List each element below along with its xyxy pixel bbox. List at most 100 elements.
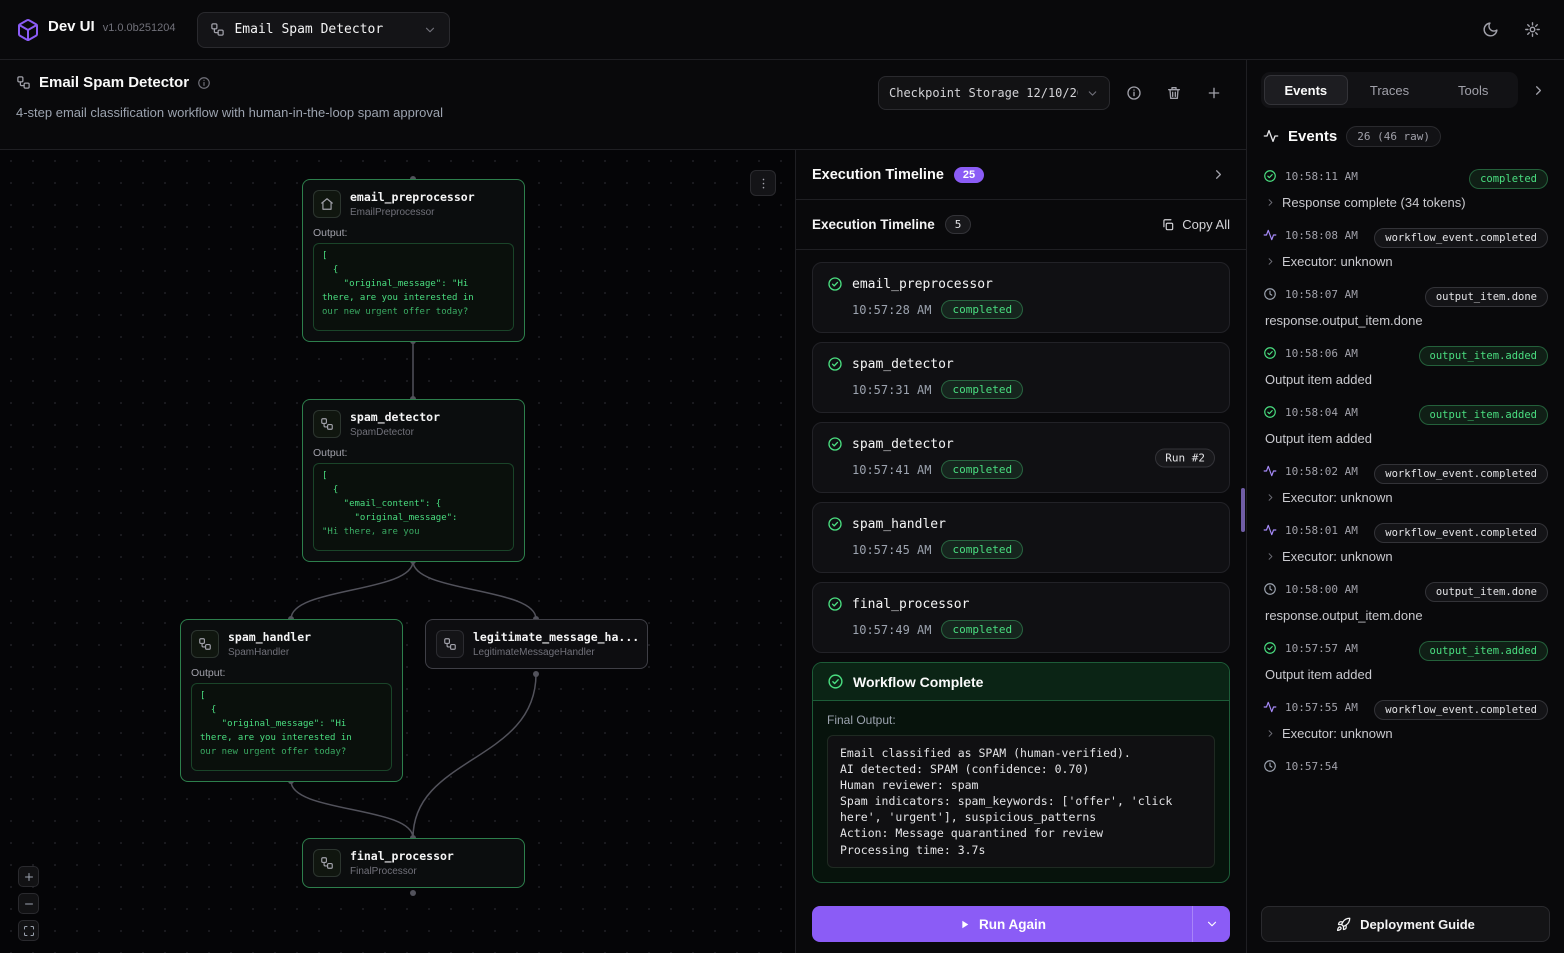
timeline-item[interactable]: spam_detector 10:57:41 AM completed Run … [812, 422, 1230, 493]
event-detail-row[interactable]: Executor: unknown [1263, 254, 1548, 269]
fit-view-button[interactable] [18, 920, 39, 941]
timeline-item[interactable]: spam_handler 10:57:45 AM completed [812, 502, 1230, 573]
event-item[interactable]: 10:57:55 AM workflow_event.completed Exe… [1263, 691, 1548, 750]
event-detail-row: response.output_item.done [1263, 608, 1548, 623]
event-item[interactable]: 10:58:02 AM workflow_event.completed Exe… [1263, 455, 1548, 514]
top-bar-actions [1474, 14, 1548, 46]
timeline-item[interactable]: email_preprocessor 10:57:28 AM completed [812, 262, 1230, 333]
zoom-out-button[interactable] [18, 893, 39, 914]
event-time: 10:57:57 AM [1285, 641, 1358, 655]
settings-button[interactable] [1516, 14, 1548, 46]
workflow-icon [16, 75, 31, 90]
timeline-item-name: email_preprocessor [852, 277, 993, 292]
canvas-more-menu-button[interactable] [750, 170, 776, 196]
event-time: 10:58:08 AM [1285, 228, 1358, 242]
tab-traces[interactable]: Traces [1348, 75, 1432, 105]
event-time: 10:58:01 AM [1285, 523, 1358, 537]
workflow-icon [191, 630, 219, 658]
event-detail: Output item added [1265, 431, 1372, 446]
event-time: 10:57:54 [1285, 759, 1338, 773]
timeline-item-name: spam_detector [852, 357, 954, 372]
event-item[interactable]: 10:58:04 AM output_item.added Output ite… [1263, 396, 1548, 455]
event-detail: Executor: unknown [1282, 549, 1393, 564]
workflow-canvas[interactable]: email_preprocessor EmailPreprocessor Out… [0, 150, 795, 953]
activity-icon [1263, 523, 1277, 537]
event-type-badge: output_item.done [1425, 287, 1548, 307]
event-detail: Executor: unknown [1282, 254, 1393, 269]
theme-toggle-button[interactable] [1474, 14, 1506, 46]
zoom-controls [18, 866, 39, 941]
check-circle-icon [827, 516, 843, 532]
event-item[interactable]: 10:58:07 AM output_item.done response.ou… [1263, 278, 1548, 337]
event-type-badge: output_item.added [1419, 641, 1548, 661]
info-icon[interactable] [197, 76, 211, 90]
node-final-processor[interactable]: final_processor FinalProcessor [302, 838, 525, 888]
workflow-icon [436, 630, 464, 658]
workflow-selector[interactable]: Email Spam Detector [197, 12, 450, 48]
delete-button[interactable] [1158, 77, 1190, 109]
app-logo-icon [16, 18, 40, 42]
events-list[interactable]: 10:58:11 AM completed Response complete … [1247, 156, 1564, 895]
timeline-title: Execution Timeline [812, 167, 944, 183]
event-time: 10:57:55 AM [1285, 700, 1358, 714]
top-bar: Dev UI v1.0.0b251204 Email Spam Detector [0, 0, 1564, 60]
event-item[interactable]: 10:58:06 AM output_item.added Output ite… [1263, 337, 1548, 396]
info-button[interactable] [1118, 77, 1150, 109]
event-detail-row[interactable]: Executor: unknown [1263, 549, 1548, 564]
event-item[interactable]: 10:58:08 AM workflow_event.completed Exe… [1263, 219, 1548, 278]
activity-icon [1263, 464, 1277, 478]
add-button[interactable] [1198, 77, 1230, 109]
node-email-preprocessor[interactable]: email_preprocessor EmailPreprocessor Out… [302, 179, 525, 342]
event-type-badge: completed [1469, 169, 1548, 189]
run-again-button[interactable]: Run Again [812, 906, 1230, 942]
node-spam-handler[interactable]: spam_handler SpamHandler Output: [ { "or… [180, 619, 403, 782]
event-type-badge: workflow_event.completed [1374, 700, 1548, 720]
event-type-badge: output_item.added [1419, 405, 1548, 425]
timeline-item[interactable]: final_processor 10:57:49 AM completed [812, 582, 1230, 653]
collapse-timeline-button[interactable] [1206, 163, 1230, 187]
tab-events[interactable]: Events [1264, 75, 1348, 105]
collapse-panel-button[interactable] [1526, 78, 1550, 102]
workflow-selector-value: Email Spam Detector [234, 22, 414, 37]
chevron-right-icon [1265, 492, 1276, 503]
event-detail: Response complete (34 tokens) [1282, 195, 1466, 210]
event-detail-row[interactable]: Executor: unknown [1263, 490, 1548, 505]
node-output-label: Output: [191, 667, 392, 679]
timeline-scroll-area[interactable]: email_preprocessor 10:57:28 AM completed… [796, 250, 1246, 895]
timeline-scrollbar[interactable] [1241, 488, 1245, 532]
event-detail-row: Output item added [1263, 667, 1548, 682]
node-output-code: [ { "original_message": "Hi there, are y… [191, 683, 392, 771]
status-badge: completed [941, 300, 1023, 319]
activity-icon [1263, 228, 1277, 242]
event-item[interactable]: 10:57:54 [1263, 750, 1548, 782]
timeline-item[interactable]: spam_detector 10:57:31 AM completed [812, 342, 1230, 413]
event-detail-row: response.output_item.done [1263, 313, 1548, 328]
execution-timeline-panel: Execution Timeline 25 Execution Timeline… [795, 150, 1246, 953]
event-detail-row[interactable]: Executor: unknown [1263, 726, 1548, 741]
event-type-badge: output_item.added [1419, 346, 1548, 366]
event-item[interactable]: 10:58:11 AM completed Response complete … [1263, 160, 1548, 219]
check-circle-icon [827, 276, 843, 292]
node-legitimate-message-handler[interactable]: legitimate_message_ha... LegitimateMessa… [425, 619, 648, 669]
event-detail-row[interactable]: Response complete (34 tokens) [1263, 195, 1548, 210]
timeline-item-time: 10:57:45 AM [852, 543, 931, 557]
tab-tools[interactable]: Tools [1431, 75, 1515, 105]
workflow-toolbar: Email Spam Detector 4-step email classif… [0, 60, 1246, 150]
zoom-in-button[interactable] [18, 866, 39, 887]
event-type-badge: workflow_event.completed [1374, 228, 1548, 248]
run-options-dropdown[interactable] [1192, 906, 1230, 942]
node-spam-detector[interactable]: spam_detector SpamDetector Output: [ { "… [302, 399, 525, 562]
run-number-badge: Run #2 [1155, 448, 1215, 467]
event-item[interactable]: 10:58:01 AM workflow_event.completed Exe… [1263, 514, 1548, 573]
workflow-icon [313, 849, 341, 877]
clock-icon [1263, 287, 1277, 301]
deployment-guide-button[interactable]: Deployment Guide [1261, 906, 1550, 942]
event-item[interactable]: 10:57:57 AM output_item.added Output ite… [1263, 632, 1548, 691]
timeline-item-time: 10:57:49 AM [852, 623, 931, 637]
checkpoint-storage-selector[interactable]: Checkpoint Storage 12/10/2025, 10:5 [878, 76, 1110, 110]
event-detail-row: Output item added [1263, 431, 1548, 446]
event-item[interactable]: 10:58:00 AM output_item.done response.ou… [1263, 573, 1548, 632]
timeline-item-time: 10:57:41 AM [852, 463, 931, 477]
final-output-label: Final Output: [827, 713, 1215, 727]
copy-all-button[interactable]: Copy All [1161, 217, 1230, 232]
